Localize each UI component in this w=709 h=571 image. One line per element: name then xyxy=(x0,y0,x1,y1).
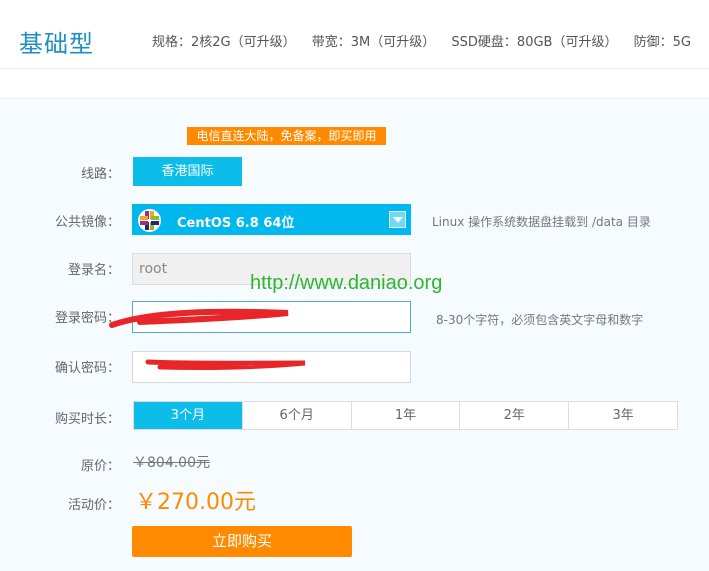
line-label: 线路： xyxy=(80,167,120,182)
duration-option-6-months[interactable]: 6个月 xyxy=(243,402,352,429)
image-label: 公共镜像： xyxy=(54,215,120,230)
buy-now-button[interactable]: 立即购买 xyxy=(132,526,352,557)
image-hint: Linux 操作系统数据盘挂载到 /data 目录 xyxy=(432,215,651,229)
duration-selector: 3个月 6个月 1年 2年 3年 xyxy=(133,401,678,430)
spec-defense: 防御：5G xyxy=(633,35,691,50)
password-label: 登录密码： xyxy=(54,311,120,326)
sale-price-label: 活动价： xyxy=(67,498,120,513)
promo-badge: 电信直连大陆，免备案，即买即用 xyxy=(187,127,386,145)
plan-name: 基础型 xyxy=(19,30,94,58)
duration-option-3-years[interactable]: 3年 xyxy=(569,402,677,429)
chevron-down-icon[interactable] xyxy=(389,211,406,228)
sale-price: ￥270.00元 xyxy=(135,490,256,515)
watermark-text: http://www.daniao.org xyxy=(250,272,443,294)
confirm-password-field[interactable] xyxy=(132,351,411,383)
image-select[interactable]: CentOS 6.8 64位 xyxy=(132,204,411,235)
duration-option-3-months[interactable]: 3个月 xyxy=(134,402,243,429)
line-option-hongkong[interactable]: 香港国际 xyxy=(133,157,242,186)
plan-header: 基础型 规格：2核2G（可升级） 带宽：3M（可升级） SSD硬盘：80GB（可… xyxy=(0,0,709,69)
spec-disk: SSD硬盘：80GB（可升级） xyxy=(451,35,618,50)
duration-option-2-years[interactable]: 2年 xyxy=(460,402,570,429)
image-select-value: CentOS 6.8 64位 xyxy=(177,216,295,231)
spec-cpu-ram: 规格：2核2G（可升级） xyxy=(152,35,296,50)
password-field[interactable] xyxy=(132,301,411,333)
duration-option-1-year[interactable]: 1年 xyxy=(352,402,461,429)
orig-price: ￥804.00元 xyxy=(133,455,210,471)
spec-bandwidth: 带宽：3M（可升级） xyxy=(311,35,436,50)
password-hint: 8-30个字符，必须包含英文字母和数字 xyxy=(436,313,644,327)
plan-specs: 规格：2核2G（可升级） 带宽：3M（可升级） SSD硬盘：80GB（可升级） … xyxy=(152,31,691,50)
duration-label: 购买时长： xyxy=(54,412,120,427)
centos-logo-icon xyxy=(138,209,161,232)
confirm-password-label: 确认密码： xyxy=(54,361,120,376)
login-label: 登录名： xyxy=(67,263,120,278)
orig-price-label: 原价： xyxy=(80,459,120,474)
